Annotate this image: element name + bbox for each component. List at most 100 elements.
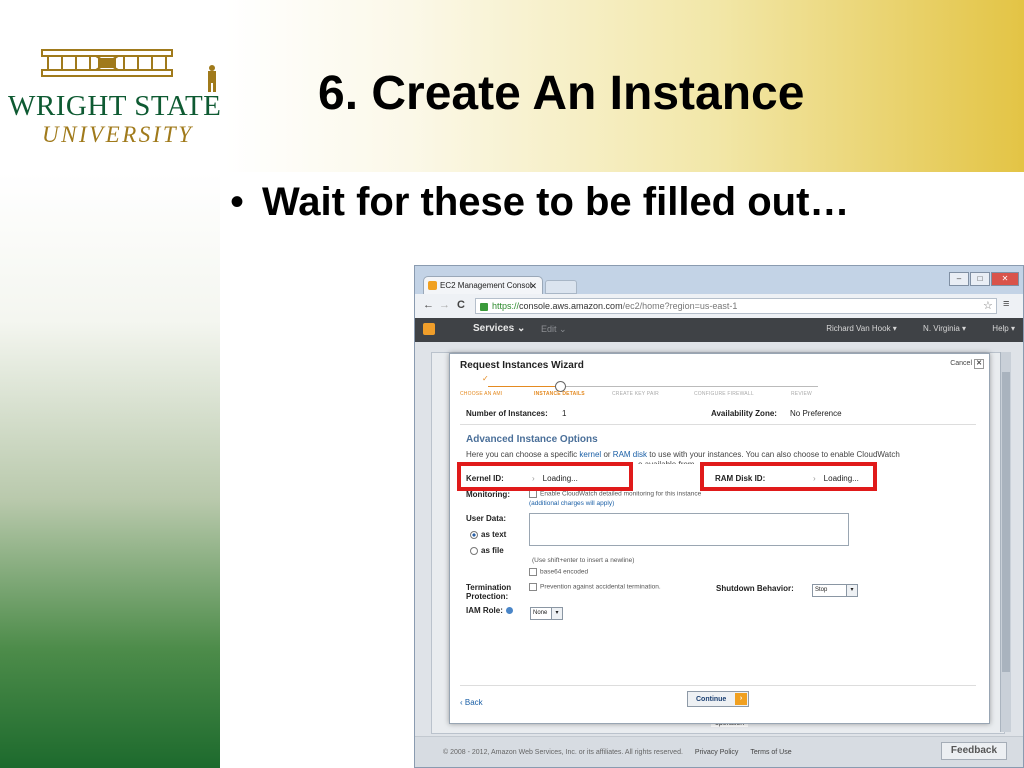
termination-label-line2: Protection: bbox=[466, 592, 509, 601]
arrow-right-icon: › bbox=[735, 693, 747, 705]
edit-menu[interactable]: Edit ⌄ bbox=[541, 324, 567, 335]
terms-of-use-link[interactable]: Terms of Use bbox=[750, 749, 791, 756]
footer-divider bbox=[460, 685, 976, 686]
slide-bullet: • Wait for these to be filled out… bbox=[230, 180, 849, 225]
monitoring-checkbox[interactable] bbox=[529, 490, 537, 498]
logo-subtitle: UNIVERSITY bbox=[42, 122, 194, 147]
aws-favicon-icon bbox=[428, 281, 437, 291]
feedback-button[interactable]: Feedback bbox=[941, 742, 1007, 760]
browser-tab[interactable]: EC2 Management Consol ✕ bbox=[423, 276, 543, 295]
monitoring-charges-note: (additional charges will apply) bbox=[529, 500, 615, 507]
as-text-radio[interactable] bbox=[470, 530, 478, 539]
back-link[interactable]: ‹ Back bbox=[460, 698, 483, 707]
chevron-down-icon: ▾ bbox=[846, 585, 857, 596]
shutdown-behavior-select[interactable]: Stop ▾ bbox=[812, 584, 858, 597]
cancel-button[interactable]: Cancel ✕ bbox=[950, 359, 984, 369]
reload-icon[interactable]: C bbox=[457, 299, 465, 311]
newline-hint: (Use shift+enter to insert a newline) bbox=[532, 557, 635, 564]
bookmark-star-icon[interactable]: ☆ bbox=[983, 299, 993, 312]
checkmark-icon: ✓ bbox=[482, 374, 489, 383]
chevron-down-icon: ⌄ bbox=[516, 323, 526, 334]
termination-text: Prevention against accidental terminatio… bbox=[540, 583, 661, 591]
continue-button[interactable]: Continue › bbox=[687, 691, 749, 707]
minimize-icon[interactable]: – bbox=[949, 272, 969, 286]
base64-checkbox[interactable] bbox=[529, 568, 537, 576]
services-label: Services bbox=[473, 323, 515, 334]
desc-or: or bbox=[603, 450, 611, 459]
advanced-options-description-line2: e available from bbox=[638, 460, 695, 469]
wizard-title: Request Instances Wizard bbox=[460, 360, 584, 371]
desc-prefix: Here you can choose a specific bbox=[466, 450, 578, 459]
slide-sidebar-gradient bbox=[0, 172, 220, 768]
step-instance-details: INSTANCE DETAILS bbox=[534, 391, 585, 397]
request-instances-wizard: Request Instances Wizard Cancel ✕ ✓ CHOOS… bbox=[449, 353, 990, 724]
url-scheme: https:// bbox=[492, 301, 520, 311]
scrollbar-thumb[interactable] bbox=[1002, 372, 1010, 672]
close-icon: ✕ bbox=[974, 359, 984, 369]
forward-arrow-icon[interactable]: → bbox=[439, 299, 450, 311]
base64-option[interactable]: base64 encoded bbox=[529, 568, 588, 576]
continue-label: Continue bbox=[696, 696, 727, 703]
shutdown-behavior-value: Stop bbox=[815, 587, 828, 593]
region-name: N. Virginia bbox=[923, 324, 960, 333]
url-path: /ec2/home?region=us-east-1 bbox=[622, 301, 738, 311]
chevron-down-icon: ⌄ bbox=[559, 324, 567, 334]
iam-role-text: IAM Role: bbox=[466, 606, 503, 615]
termination-checkbox[interactable] bbox=[529, 583, 537, 591]
help-label: Help bbox=[992, 324, 1009, 333]
university-logo: WRIGHT STATE UNIVERSITY bbox=[8, 40, 223, 150]
help-menu[interactable]: Help ▾ bbox=[980, 324, 1015, 333]
user-menu[interactable]: Richard Van Hook ▾ bbox=[814, 324, 897, 333]
maximize-icon[interactable]: □ bbox=[970, 272, 990, 286]
ramdisk-link[interactable]: RAM disk bbox=[613, 450, 647, 459]
as-file-radio[interactable] bbox=[470, 546, 478, 555]
termination-option[interactable]: Prevention against accidental terminatio… bbox=[529, 583, 661, 591]
as-file-option[interactable]: as file bbox=[470, 546, 504, 555]
back-arrow-icon[interactable]: ← bbox=[423, 299, 434, 311]
instances-value: 1 bbox=[562, 409, 567, 418]
lock-icon bbox=[480, 302, 488, 311]
address-bar: ← → C https://console.aws.amazon.com/ec2… bbox=[415, 294, 1023, 319]
as-file-label: as file bbox=[481, 546, 504, 555]
termination-label-line1: Termination bbox=[466, 583, 512, 592]
step-choose-ami: CHOOSE AN AMI bbox=[460, 391, 503, 397]
url-field[interactable]: https://console.aws.amazon.com/ec2/home?… bbox=[475, 298, 997, 314]
user-name: Richard Van Hook bbox=[826, 324, 891, 333]
ramdisk-id-highlight-box bbox=[700, 462, 877, 491]
services-menu[interactable]: Services ⌄ bbox=[473, 323, 525, 334]
help-icon[interactable] bbox=[505, 607, 513, 615]
as-text-label: as text bbox=[481, 530, 507, 539]
region-menu[interactable]: N. Virginia ▾ bbox=[911, 324, 966, 333]
wright-flyer-logo bbox=[41, 49, 216, 92]
console-footer: © 2008 - 2012, Amazon Web Services, Inc.… bbox=[415, 736, 1023, 767]
browser-menu-icon[interactable]: ≡ bbox=[1003, 298, 1009, 310]
chevron-down-icon: ▾ bbox=[551, 608, 562, 619]
monitoring-label: Monitoring: bbox=[466, 490, 510, 499]
monitoring-option[interactable]: Enable CloudWatch detailed monitoring fo… bbox=[529, 490, 701, 498]
footer-links: © 2008 - 2012, Amazon Web Services, Inc.… bbox=[443, 749, 792, 756]
edit-label: Edit bbox=[541, 324, 557, 334]
bullet-text: Wait for these to be filled out… bbox=[262, 180, 850, 224]
as-text-option[interactable]: as text bbox=[470, 530, 506, 539]
zone-value: No Preference bbox=[790, 409, 842, 418]
iam-role-label: IAM Role: bbox=[466, 606, 513, 615]
aws-navbar-right: Richard Van Hook ▾ N. Virginia ▾ Help ▾ bbox=[802, 324, 1015, 333]
user-data-label: User Data: bbox=[466, 514, 507, 523]
base64-label: base64 encoded bbox=[540, 568, 589, 576]
instances-label: Number of Instances: bbox=[466, 409, 548, 418]
monitoring-text: Enable CloudWatch detailed monitoring fo… bbox=[540, 490, 702, 498]
new-tab-button[interactable] bbox=[545, 280, 577, 294]
desc-suffix: to use with your instances. You can also… bbox=[649, 450, 900, 459]
step-create-key-pair: CREATE KEY PAIR bbox=[612, 391, 659, 397]
user-data-textarea[interactable] bbox=[529, 513, 849, 546]
kernel-link[interactable]: kernel bbox=[579, 450, 601, 459]
bullet-dot-icon: • bbox=[230, 180, 245, 224]
close-window-icon[interactable]: ✕ bbox=[991, 272, 1019, 286]
vertical-scrollbar[interactable] bbox=[1000, 352, 1011, 732]
aws-cube-icon[interactable] bbox=[423, 323, 435, 335]
privacy-policy-link[interactable]: Privacy Policy bbox=[695, 749, 739, 756]
copyright-text: © 2008 - 2012, Amazon Web Services, Inc.… bbox=[443, 749, 683, 756]
close-tab-icon[interactable]: ✕ bbox=[529, 277, 537, 295]
iam-role-select[interactable]: None ▾ bbox=[530, 607, 563, 620]
aws-navbar: Services ⌄ Edit ⌄ Richard Van Hook ▾ N. … bbox=[415, 318, 1023, 342]
